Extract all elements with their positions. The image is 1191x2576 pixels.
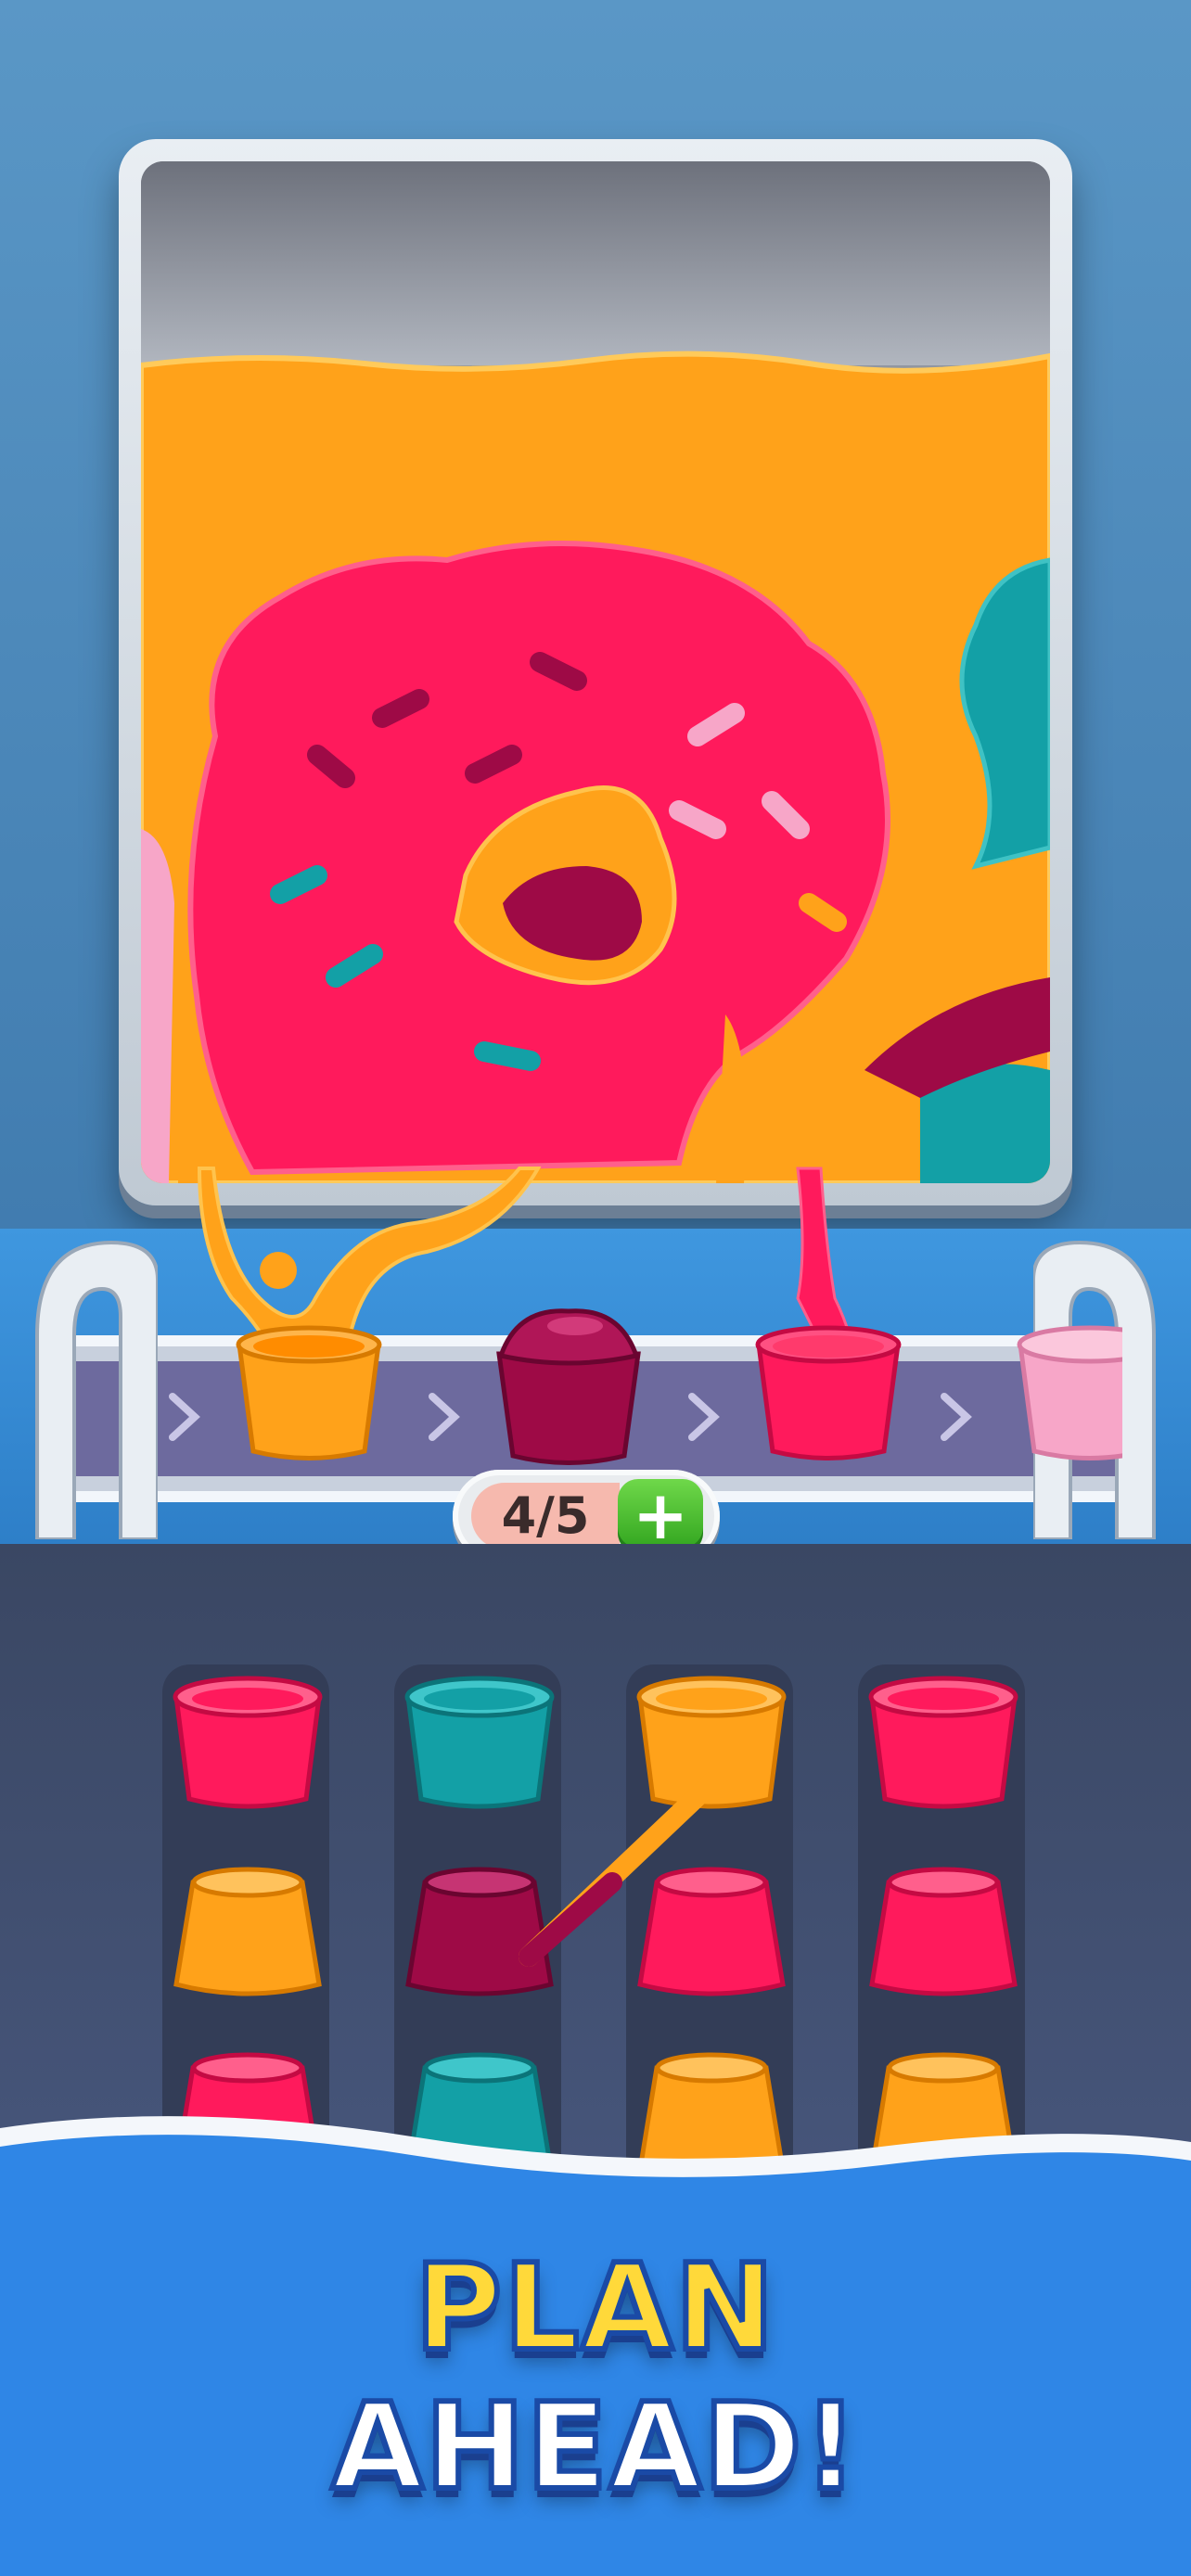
- grid-cup-pink[interactable]: [169, 1660, 327, 1817]
- slogan-line-1: PLAN: [412, 2237, 777, 2380]
- conveyor-cup-light-pink[interactable]: [1011, 1317, 1122, 1465]
- conveyor-cup-orange[interactable]: [230, 1317, 388, 1465]
- donut-painting: [141, 161, 1050, 1183]
- add-slot-button[interactable]: +: [618, 1479, 703, 1553]
- painting-canvas: [141, 161, 1050, 1183]
- grid-cup-pink[interactable]: [864, 1864, 1022, 2021]
- conveyor-cup-pink[interactable]: [749, 1317, 907, 1465]
- game-scene: 4/5 + PLAN AHEAD!: [0, 0, 1191, 2576]
- painting-empty-area: [141, 161, 1050, 365]
- grid-cup-orange[interactable]: [169, 1864, 327, 2021]
- painting-frame: [119, 139, 1072, 1205]
- conveyor-cup-maroon-full[interactable]: [490, 1298, 647, 1465]
- orange-paint-drop: [260, 1252, 297, 1289]
- slogan-line-2: AHEAD!: [328, 2376, 860, 2519]
- grid-cup-pink[interactable]: [864, 1660, 1022, 1817]
- cup-link-connector: [519, 1770, 724, 1967]
- cup-slot-count: 4/5: [471, 1483, 620, 1549]
